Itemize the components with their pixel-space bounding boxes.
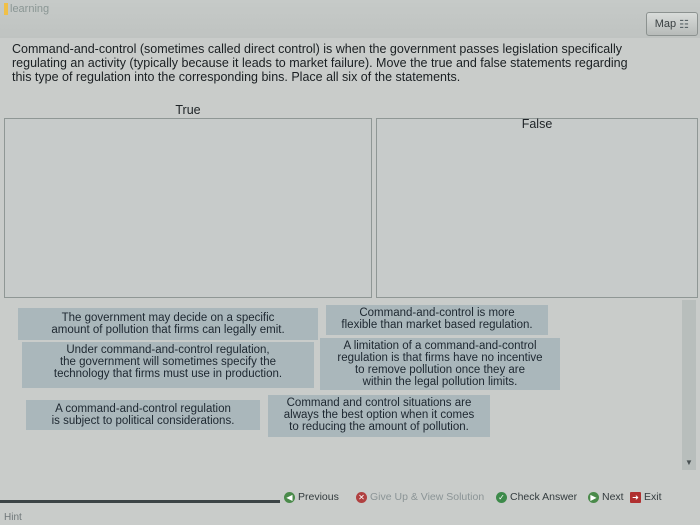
statement-line: the government will sometimes specify th…	[59, 356, 277, 368]
statement-line: Command-and-control is more	[359, 307, 515, 319]
scrollbar[interactable]: ▼	[682, 300, 696, 470]
map-icon: ☷	[679, 18, 689, 31]
statement-card[interactable]: Command-and-control is more flexible tha…	[326, 305, 548, 335]
question-instructions: Command-and-control (sometimes called di…	[12, 42, 698, 84]
next-label: Next	[602, 491, 624, 503]
statement-line: technology that firms must use in produc…	[53, 368, 283, 380]
statement-line: always the best option when it comes	[283, 409, 475, 421]
map-label: Map	[654, 18, 677, 30]
false-bin[interactable]: False	[376, 117, 698, 298]
statement-card[interactable]: Under command-and-control regulation, th…	[22, 342, 314, 388]
statement-line: is subject to political considerations.	[51, 415, 235, 427]
statement-line: Command and control situations are	[286, 397, 472, 409]
map-button[interactable]: Map ☷	[645, 12, 698, 36]
statement-line: flexible than market based regulation.	[341, 319, 533, 331]
give-up-label: Give Up & View Solution	[370, 491, 485, 503]
exit-button[interactable]: ➜ Exit	[630, 488, 662, 506]
scroll-down-arrow-icon[interactable]: ▼	[682, 456, 696, 470]
statement-card[interactable]: The government may decide on a specific …	[18, 308, 318, 340]
statement-line: A command-and-control regulation	[55, 403, 231, 415]
statement-card[interactable]: A command-and-control regulation is subj…	[26, 400, 260, 430]
give-up-icon: ✕	[356, 491, 367, 503]
brand-icon	[4, 3, 8, 15]
statement-line: A limitation of a command-and-control	[343, 340, 537, 352]
previous-arrow-icon: ◀	[284, 491, 295, 503]
instructions-line: this type of regulation into the corresp…	[12, 70, 461, 84]
check-answer-label: Check Answer	[510, 491, 578, 503]
statement-line: amount of pollution that firms can legal…	[51, 324, 285, 336]
statement-line: The government may decide on a specific	[61, 312, 275, 324]
give-up-button[interactable]: ✕ Give Up & View Solution	[356, 488, 484, 506]
hint-link[interactable]: Hint	[4, 512, 22, 523]
statement-line: Under command-and-control regulation,	[66, 344, 270, 356]
exit-label: Exit	[644, 491, 662, 503]
statement-card[interactable]: Command and control situations are alway…	[268, 395, 490, 437]
instructions-line: regulating an activity (typically becaus…	[12, 56, 628, 70]
true-bin-label: True	[175, 103, 201, 117]
brand-text: learning	[10, 3, 50, 15]
brand-logo: learning	[4, 3, 49, 15]
statement-line: to remove pollution once they are	[354, 364, 526, 376]
divider	[0, 500, 280, 503]
next-arrow-icon: ▶	[588, 491, 599, 503]
check-answer-button[interactable]: ✓ Check Answer	[496, 488, 577, 506]
false-bin-label: False	[521, 117, 553, 131]
instructions-line: Command-and-control (sometimes called di…	[12, 42, 622, 56]
exit-icon: ➜	[630, 491, 641, 503]
next-button[interactable]: ▶ Next	[588, 488, 624, 506]
statement-line: regulation is that firms have no incenti…	[337, 352, 543, 364]
previous-label: Previous	[298, 491, 339, 503]
previous-button[interactable]: ◀ Previous	[284, 488, 339, 506]
statement-line: within the legal pollution limits.	[362, 376, 518, 388]
top-header: learning Map ☷	[0, 0, 700, 38]
check-icon: ✓	[496, 491, 507, 503]
statement-line: to reducing the amount of pollution.	[289, 421, 469, 433]
true-bin[interactable]: True	[4, 103, 372, 298]
statement-card[interactable]: A limitation of a command-and-control re…	[320, 338, 560, 390]
